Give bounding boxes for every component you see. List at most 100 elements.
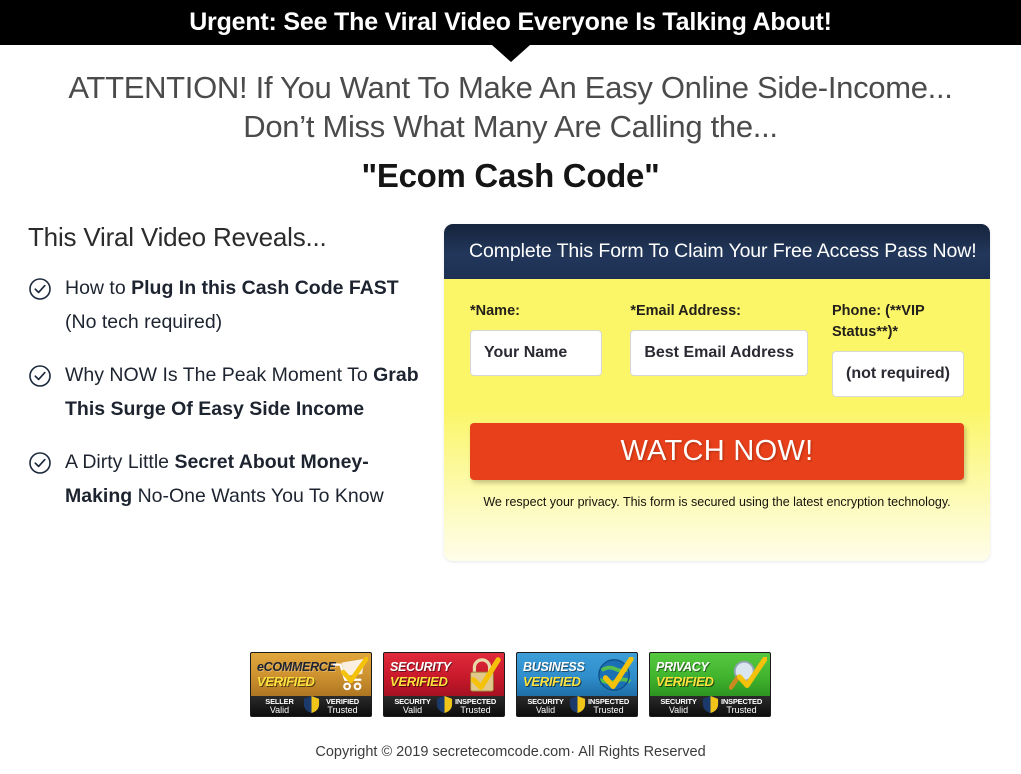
shield-icon: [435, 695, 454, 717]
check-circle-icon: [28, 451, 52, 475]
phone-input-placeholder: (not required): [846, 365, 950, 382]
benefit-item: A Dirty Little Secret About Money-Making…: [28, 445, 423, 513]
trust-badge-left-top: SELLER: [265, 696, 294, 706]
trust-badge-bottom: SELLER Valid VERIFIED Trusted: [251, 695, 371, 717]
phone-field-label: Phone: (**VIP Status**)*: [832, 303, 925, 340]
magnifier-icon: [728, 656, 768, 693]
trust-badge-right-top: VERIFIED: [326, 696, 359, 706]
trust-badge-right-bottom: Trusted: [460, 705, 491, 716]
trust-badge-left-top: SECURITY: [394, 696, 431, 706]
trust-badge-top: eCOMMERCE VERIFIED: [251, 653, 371, 696]
privacy-note: We respect your privacy. This form is se…: [483, 495, 951, 509]
trust-badge-right-status: VERIFIED Trusted: [321, 698, 365, 716]
benefit-plain: (No tech required): [65, 311, 223, 333]
globe-icon: [596, 656, 634, 693]
benefit-item: How to Plug In this Cash Code FAST (No t…: [28, 271, 423, 339]
trust-badge[interactable]: SECURITY VERIFIED SECURITY Valid INSPECTED Tr…: [383, 652, 505, 717]
trust-badge-title: SECURITY: [390, 659, 451, 674]
trust-badge-left-bottom: Valid: [668, 705, 689, 716]
trust-badge-words: eCOMMERCE VERIFIED: [257, 661, 336, 689]
benefits-list: How to Plug In this Cash Code FAST (No t…: [28, 271, 423, 513]
urgent-bar-notch-triangle: [491, 45, 530, 62]
trust-badge-subtitle: VERIFIED: [656, 674, 714, 690]
trust-badge-bottom: SECURITY Valid INSPECTED Trusted: [650, 695, 770, 717]
headline-line-1: ATTENTION! If You Want To Make An Easy O…: [68, 70, 953, 105]
benefit-item-text: Why NOW Is The Peak Moment To Grab This …: [65, 358, 423, 426]
email-input[interactable]: Best Email Address: [630, 330, 808, 376]
email-input-placeholder: Best Email Address: [644, 344, 794, 361]
trust-badge-left-bottom: Valid: [269, 705, 290, 716]
name-field-group: *Name: Your Name: [470, 301, 603, 376]
shield-icon: [568, 695, 587, 717]
trust-badge-top: PRIVACY VERIFIED: [650, 653, 770, 696]
trust-badge[interactable]: PRIVACY VERIFIED SECURITY Valid INSPECTED Tru…: [649, 652, 771, 717]
form-body: *Name: Your Name *Email Address: Best Em…: [444, 279, 990, 561]
benefit-item-text: A Dirty Little Secret About Money-Making…: [65, 445, 423, 513]
benefit-plain: Why NOW Is The Peak Moment To: [65, 364, 374, 386]
trust-badge-right-bottom: Trusted: [726, 705, 757, 716]
phone-input[interactable]: (not required): [832, 351, 964, 397]
watch-now-button[interactable]: WATCH NOW!: [470, 423, 964, 480]
form-header-title: Complete This Form To Claim Your Free Ac…: [469, 240, 977, 262]
trust-badge-top: SECURITY VERIFIED: [384, 653, 504, 696]
email-field-group: *Email Address: Best Email Address: [630, 301, 808, 376]
headline-product-name: "Ecom Cash Code": [361, 157, 660, 194]
trust-badge-words: BUSINESS VERIFIED: [523, 661, 585, 689]
trust-badge-left-top: SECURITY: [660, 696, 697, 706]
email-field-label: *Email Address:: [630, 303, 741, 319]
check-circle-icon: [28, 277, 52, 301]
trust-badge-title: BUSINESS: [523, 659, 585, 674]
trust-badge-left-status: SELLER Valid: [258, 698, 302, 716]
trust-badge-right-bottom: Trusted: [593, 705, 624, 716]
name-input[interactable]: Your Name: [470, 330, 603, 376]
trust-badge-right-status: INSPECTED Trusted: [587, 698, 631, 716]
urgent-announcement-bar: Urgent: See The Viral Video Everyone Is …: [0, 0, 1021, 45]
trust-badge-words: PRIVACY VERIFIED: [656, 661, 714, 689]
phone-field-group: Phone: (**VIP Status**)* (not required): [832, 301, 964, 397]
form-fields-row: *Name: Your Name *Email Address: Best Em…: [470, 301, 964, 397]
page-headline: ATTENTION! If You Want To Make An Easy O…: [0, 68, 1021, 195]
headline-line-2: Don’t Miss What Many Are Calling the...: [243, 109, 778, 144]
optin-form-panel: Complete This Form To Claim Your Free Ac…: [444, 224, 990, 561]
trust-badge-words: SECURITY VERIFIED: [390, 661, 451, 689]
trust-badge-subtitle: VERIFIED: [390, 674, 448, 690]
trust-badge-right-status: INSPECTED Trusted: [454, 698, 498, 716]
benefit-plain: How to: [65, 277, 132, 299]
trust-badge-bottom: SECURITY Valid INSPECTED Trusted: [384, 695, 504, 717]
benefit-plain: No-One Wants You To Know: [137, 485, 384, 507]
benefit-item: Why NOW Is The Peak Moment To Grab This …: [28, 358, 423, 426]
footer-copyright: Copyright © 2019 secretecomcode.com· All…: [315, 744, 706, 760]
trust-badge-subtitle: VERIFIED: [523, 674, 581, 690]
form-header: Complete This Form To Claim Your Free Ac…: [444, 224, 990, 279]
check-circle-icon: [28, 364, 52, 388]
name-field-label: *Name:: [470, 303, 520, 319]
benefit-plain: A Dirty Little: [65, 451, 175, 473]
benefits-title: This Viral Video Reveals...: [28, 222, 327, 252]
benefit-emphasis: Plug In this Cash Code FAST: [131, 277, 399, 299]
benefits-column: This Viral Video Reveals... How to Plug …: [28, 222, 423, 532]
trust-badge-right-top: INSPECTED: [587, 696, 630, 706]
benefit-item-text: How to Plug In this Cash Code FAST (No t…: [65, 271, 423, 339]
trust-badge-right-top: INSPECTED: [720, 696, 763, 706]
shield-icon: [302, 695, 321, 717]
padlock-icon: [463, 657, 501, 693]
trust-badge-bottom: SECURITY Valid INSPECTED Trusted: [517, 695, 637, 717]
trust-badge-left-status: SECURITY Valid: [524, 698, 568, 716]
trust-badge-left-bottom: Valid: [535, 705, 556, 716]
trust-badge-title: eCOMMERCE: [257, 659, 336, 674]
trust-badge-title: PRIVACY: [656, 659, 709, 674]
trust-badge-left-top: SECURITY: [527, 696, 564, 706]
trust-badge-right-status: INSPECTED Trusted: [720, 698, 764, 716]
trust-badge-top: BUSINESS VERIFIED: [517, 653, 637, 696]
trust-badge-left-status: SECURITY Valid: [391, 698, 435, 716]
trust-badge[interactable]: BUSINESS VERIFIED SECURITY Valid INSPECTED Tr…: [516, 652, 638, 717]
shield-icon: [701, 695, 720, 717]
trust-badge-subtitle: VERIFIED: [257, 674, 315, 690]
trust-badges-row: eCOMMERCE VERIFIED SELLER Valid VERIFIED Trus…: [0, 652, 1021, 717]
trust-badge-left-bottom: Valid: [402, 705, 423, 716]
trust-badge-left-status: SECURITY Valid: [657, 698, 701, 716]
urgent-bar-text: Urgent: See The Viral Video Everyone Is …: [189, 8, 832, 36]
trust-badge-right-bottom: Trusted: [327, 705, 358, 716]
name-input-placeholder: Your Name: [484, 344, 568, 361]
trust-badge[interactable]: eCOMMERCE VERIFIED SELLER Valid VERIFIED Trus…: [250, 652, 372, 717]
